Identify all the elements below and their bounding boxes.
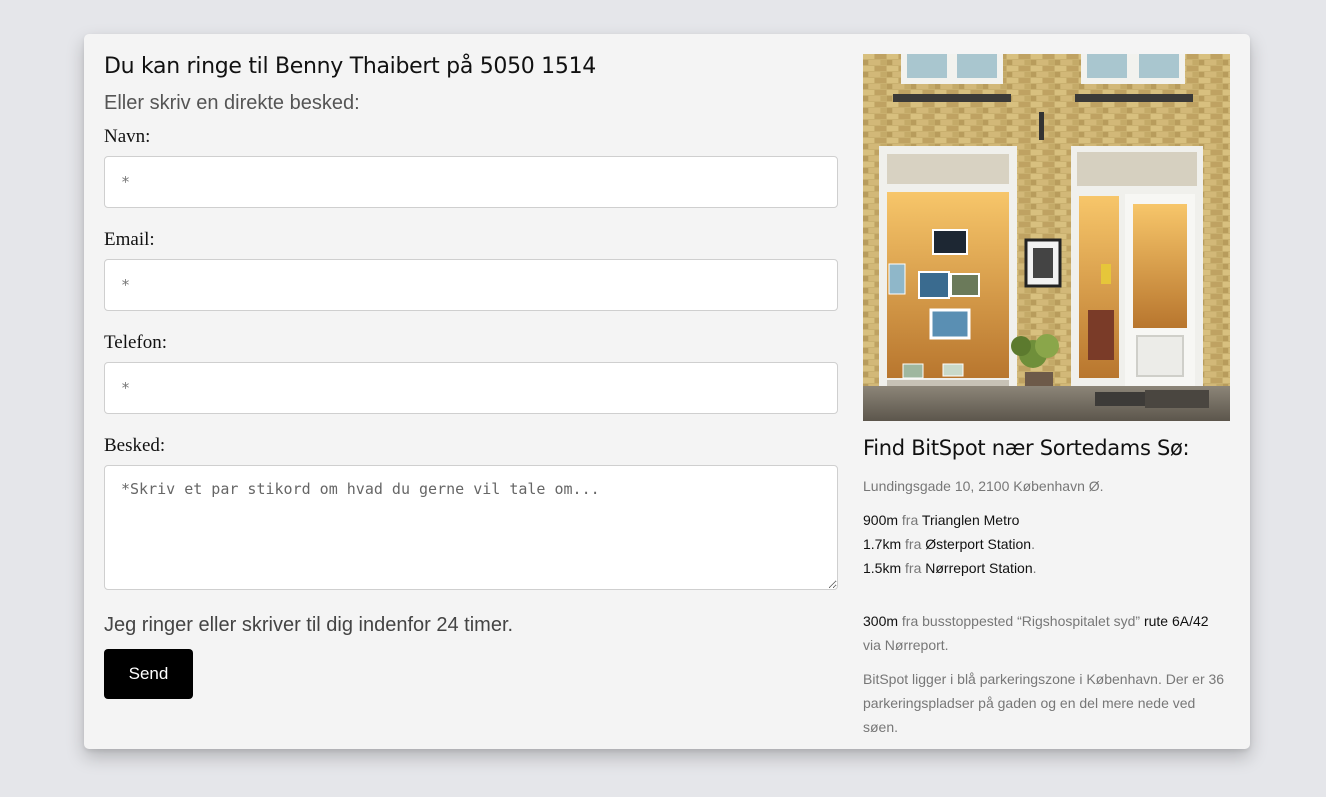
bus-info: 300m fra busstoppested “Rigshospitalet s… bbox=[863, 609, 1230, 657]
distance-value: 900m bbox=[863, 512, 899, 528]
distance-item: 1.5km fra Nørreport Station. bbox=[863, 556, 1037, 580]
distance-suffix: . bbox=[1032, 560, 1037, 576]
distance-value: 1.7km bbox=[863, 536, 902, 552]
message-textarea[interactable] bbox=[104, 465, 838, 590]
distance-suffix: . bbox=[1031, 536, 1035, 552]
form-subheading: Eller skriv en direkte besked: bbox=[104, 92, 360, 114]
distance-word: fra bbox=[901, 512, 919, 528]
distance-place: Trianglen Metro bbox=[921, 512, 1020, 528]
email-input[interactable] bbox=[104, 259, 838, 311]
distance-word: fra bbox=[905, 560, 922, 576]
address-text: Lundingsgade 10, 2100 København Ø. bbox=[863, 478, 1104, 494]
name-input[interactable] bbox=[104, 156, 838, 208]
email-label: Email: bbox=[104, 229, 155, 250]
response-note: Jeg ringer eller skriver til dig indenfo… bbox=[104, 614, 514, 636]
bus-route: 6A/42 bbox=[1171, 613, 1209, 629]
bus-distance: 300m bbox=[863, 613, 899, 629]
distance-list: 900m fra Trianglen Metro 1.7km fra Øster… bbox=[863, 508, 1037, 580]
bus-route-word: rute bbox=[1143, 613, 1169, 629]
storefront-image bbox=[863, 54, 1230, 421]
form-heading: Du kan ringe til Benny Thaibert på 5050 … bbox=[104, 54, 596, 79]
phone-input[interactable] bbox=[104, 362, 838, 414]
contact-card: Du kan ringe til Benny Thaibert på 5050 … bbox=[84, 34, 1250, 749]
bus-via: via Nørreport. bbox=[863, 637, 949, 653]
bus-text: fra busstoppested “Rigshospitalet syd” bbox=[901, 613, 1141, 629]
distance-place: Nørreport Station bbox=[925, 560, 1033, 576]
phone-label: Telefon: bbox=[104, 332, 168, 353]
send-button[interactable]: Send bbox=[104, 649, 193, 699]
distance-value: 1.5km bbox=[863, 560, 902, 576]
parking-info: BitSpot ligger i blå parkeringszone i Kø… bbox=[863, 671, 1225, 735]
distance-word: fra bbox=[905, 536, 922, 552]
name-label: Navn: bbox=[104, 126, 151, 147]
distance-item: 900m fra Trianglen Metro bbox=[863, 508, 1037, 532]
location-title: Find BitSpot nær Sortedams Sø: bbox=[863, 436, 1190, 460]
distance-item: 1.7km fra Østerport Station. bbox=[863, 532, 1037, 556]
distance-place: Østerport Station bbox=[925, 536, 1032, 552]
message-label: Besked: bbox=[104, 435, 166, 456]
